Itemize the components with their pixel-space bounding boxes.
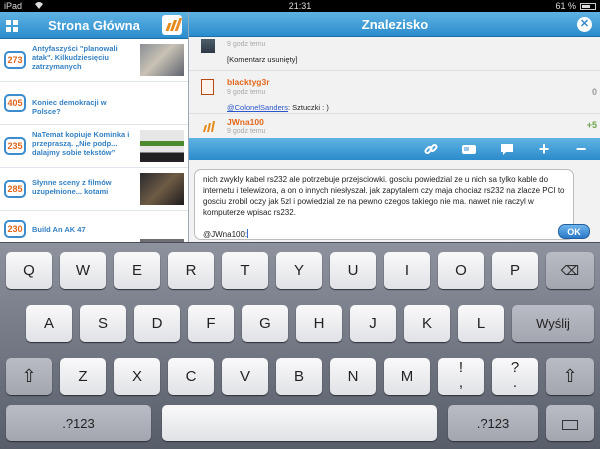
space-bar[interactable] [162, 405, 437, 441]
news-thumbnail[interactable] [140, 44, 184, 76]
comment-score: 0 [591, 87, 597, 97]
key-w[interactable]: W [60, 252, 106, 289]
vote-count[interactable]: 405 [4, 94, 26, 112]
status-bar: iPad 21:31 61 % [0, 0, 600, 12]
numbers-key-right[interactable]: .?123 [448, 405, 538, 441]
on-screen-keyboard: Q W E R T Y U I O P ⌫ A S D F G H J K L … [0, 242, 600, 449]
link-icon[interactable] [423, 141, 439, 157]
comment-time: 9 godz temu [227, 41, 266, 48]
comment-body: : Sztuczki : ) [287, 103, 329, 112]
list-item[interactable]: 230 Build An AK 47 [0, 211, 188, 242]
minus-icon[interactable]: − [573, 140, 589, 158]
left-panel: Strona Główna 273 Antyfaszyści "planowal… [0, 12, 188, 242]
key-e[interactable]: E [114, 252, 160, 289]
news-title[interactable]: Antyfaszyści "planowali atak". Kilkudzie… [32, 44, 136, 71]
news-title[interactable]: Build An AK 47 [32, 225, 136, 234]
avatar[interactable] [201, 39, 215, 53]
comment-input[interactable]: nich zwykly kabel rs232 ale potrzebuje p… [194, 169, 574, 240]
news-thumbnail[interactable] [140, 130, 184, 162]
key-y[interactable]: Y [276, 252, 322, 289]
key-q[interactable]: Q [6, 252, 52, 289]
key-b[interactable]: B [276, 358, 322, 395]
close-button[interactable]: ✕ [577, 17, 592, 32]
comment-username[interactable]: blacktyg3r [227, 77, 270, 87]
right-header: Znalezisko ✕ [189, 12, 600, 37]
right-panel: Znalezisko ✕ 9 godz temu [Komentarz usun… [188, 12, 600, 242]
comment: blacktyg3r 9 godz temu @ColonelSanders: … [189, 71, 600, 114]
wykop-logo-icon[interactable] [162, 15, 183, 35]
key-t[interactable]: T [222, 252, 268, 289]
comment-toolbar: + − [189, 138, 600, 160]
key-z[interactable]: Z [60, 358, 106, 395]
right-panel-title: Znalezisko [361, 17, 429, 32]
comment-username[interactable]: JWna100 [227, 117, 264, 127]
vote-count[interactable]: 235 [4, 137, 26, 155]
key-l[interactable]: L [458, 305, 504, 342]
wykop-avatar-icon[interactable] [201, 120, 215, 132]
key-s[interactable]: S [80, 305, 126, 342]
comment-time: 9 godz temu [227, 128, 266, 135]
vote-count[interactable]: 273 [4, 51, 26, 69]
key-question-period[interactable]: ?. [492, 358, 538, 395]
vote-count[interactable]: 285 [4, 180, 26, 198]
hide-keyboard-key[interactable] [546, 405, 594, 441]
key-c[interactable]: C [168, 358, 214, 395]
obscured-comment [189, 160, 600, 169]
key-k[interactable]: K [404, 305, 450, 342]
battery-icon [580, 3, 596, 10]
list-item[interactable]: 273 Antyfaszyści "planowali atak". Kilku… [0, 39, 188, 82]
keyboard-icon [562, 419, 578, 430]
key-p[interactable]: P [492, 252, 538, 289]
list-item[interactable]: 235 NaTemat kopiuje Kominka i przepraszą… [0, 125, 188, 168]
shift-key-right[interactable]: ⇧ [546, 358, 594, 395]
send-key[interactable]: Wyślij [512, 305, 594, 342]
left-header: Strona Główna [0, 12, 188, 39]
comment-text: [Komentarz usunięty] [227, 55, 298, 64]
news-title[interactable]: NaTemat kopiuje Kominka i przepraszą. „N… [32, 130, 136, 157]
news-title[interactable]: Słynne sceny z filmów uzupełnione... kot… [32, 178, 136, 196]
comment-input-text: nich zwykly kabel rs232 ale potrzebuje p… [203, 175, 565, 217]
key-j[interactable]: J [350, 305, 396, 342]
plus-icon[interactable]: + [536, 140, 552, 158]
key-period-label: . [512, 374, 518, 391]
key-r[interactable]: R [168, 252, 214, 289]
key-h[interactable]: H [296, 305, 342, 342]
shift-key-left[interactable]: ⇧ [6, 358, 52, 395]
key-u[interactable]: U [330, 252, 376, 289]
key-d[interactable]: D [134, 305, 180, 342]
key-f[interactable]: F [188, 305, 234, 342]
comment-text: @ColonelSanders: Sztuczki : ) [227, 103, 329, 112]
clock: 21:31 [288, 1, 312, 11]
battery-percent: 61 % [555, 1, 576, 11]
key-x[interactable]: X [114, 358, 160, 395]
key-m[interactable]: M [384, 358, 430, 395]
list-item[interactable]: 405 Koniec demokracji w Polsce? [0, 82, 188, 125]
delete-key[interactable]: ⌫ [546, 252, 594, 289]
key-comma-label: , [458, 374, 464, 391]
key-g[interactable]: G [242, 305, 288, 342]
ok-button[interactable]: OK [558, 224, 590, 239]
comment: 9 godz temu [Komentarz usunięty] [189, 37, 600, 71]
comment-input-mention: @JWna100: [203, 230, 248, 239]
list-item[interactable]: 285 Słynne sceny z filmów uzupełnione...… [0, 168, 188, 211]
image-icon[interactable] [461, 141, 477, 157]
news-thumbnail[interactable] [140, 173, 184, 205]
numbers-key[interactable]: .?123 [6, 405, 151, 441]
mention-link[interactable]: @ColonelSanders [227, 103, 288, 112]
vote-count[interactable]: 230 [4, 220, 26, 238]
key-a[interactable]: A [26, 305, 72, 342]
left-panel-title: Strona Główna [48, 18, 140, 33]
key-exclamation-comma[interactable]: !, [438, 358, 484, 395]
comment-score: +5 [586, 120, 597, 130]
key-o[interactable]: O [438, 252, 484, 289]
avatar[interactable] [201, 79, 214, 95]
key-n[interactable]: N [330, 358, 376, 395]
text-cursor [247, 229, 249, 238]
comment-time: 9 godz temu [227, 89, 266, 96]
quote-icon[interactable] [499, 141, 515, 157]
key-i[interactable]: I [384, 252, 430, 289]
key-v[interactable]: V [222, 358, 268, 395]
news-title[interactable]: Koniec demokracji w Polsce? [32, 98, 136, 116]
comment: JWna100 9 godz temu +5 [189, 114, 600, 138]
